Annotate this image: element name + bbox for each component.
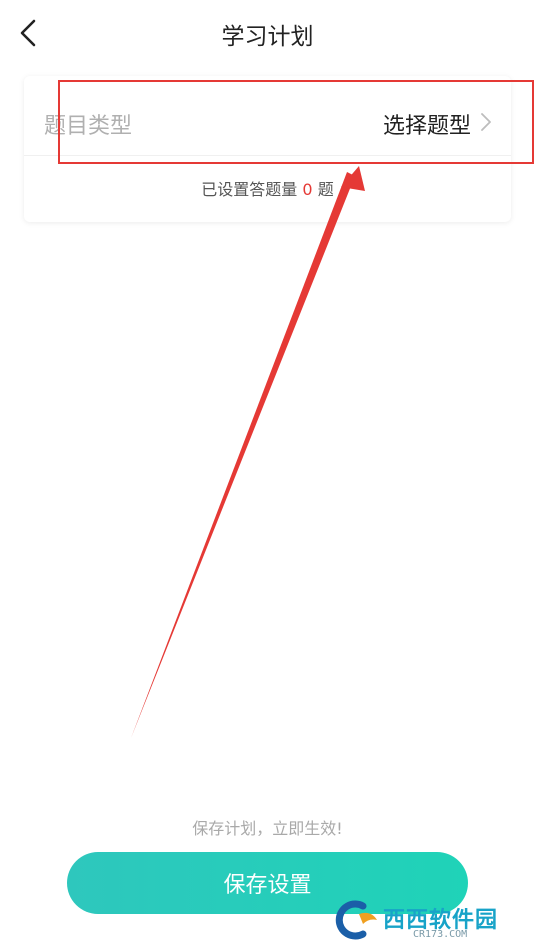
watermark-subtitle: CR173.COM: [413, 929, 468, 940]
page-title: 学习计划: [221, 24, 314, 50]
study-plan-screen: 学习计划 题目类型 选择题型 已设置答题量 0 题 保存计划，立即生效! 保存设…: [0, 0, 535, 951]
question-type-row[interactable]: 题目类型 选择题型: [24, 82, 511, 156]
chevron-right-icon: [479, 112, 493, 132]
count-prefix: 已设置答题量: [201, 180, 298, 199]
watermark-logo-icon: [335, 900, 377, 940]
save-hint: 保存计划，立即生效!: [192, 819, 343, 838]
question-count-summary: 已设置答题量 0 题: [24, 176, 511, 200]
site-watermark: 西西软件园 CR173.COM: [333, 896, 533, 948]
question-type-label: 题目类型: [44, 114, 133, 139]
question-type-value[interactable]: 选择题型: [383, 108, 471, 140]
count-suffix: 题: [317, 180, 334, 199]
count-value: 0: [302, 180, 313, 199]
plan-card: 题目类型 选择题型 已设置答题量 0 题: [24, 76, 511, 222]
top-bar: 学习计划: [0, 0, 535, 66]
